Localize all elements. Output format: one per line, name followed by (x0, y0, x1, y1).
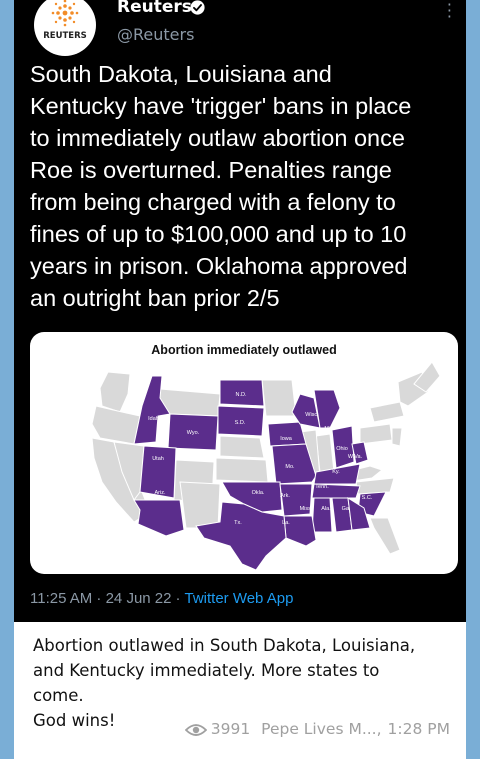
state-fl (369, 517, 401, 555)
state-ariz (133, 499, 185, 537)
tweet-line: to immediately outlaw abortion once (30, 125, 405, 151)
caption-line: and Kentucky immediately. More states to (33, 661, 380, 680)
label-okla: Okla. (252, 490, 265, 496)
tweet-line: from being charged with a felony to (30, 189, 396, 215)
state-ne (219, 435, 265, 459)
channel-post: REUTERS Reuters @Reuters · · · South Dakot… (14, 0, 466, 759)
state-ks (215, 457, 269, 483)
caption-line: come. (33, 686, 84, 705)
tweet-line: fines of up to $100,000 and up to 10 (30, 221, 407, 247)
avatar: REUTERS (34, 0, 96, 56)
source-app-link[interactable]: Twitter Web App (184, 590, 293, 607)
tweet-line: an outright ban prior 2/5 (30, 285, 280, 311)
label-ga: Ga. (342, 506, 351, 512)
state-mn (261, 379, 297, 417)
label-miss: Miss. (300, 506, 313, 512)
label-sd: S.D. (235, 420, 246, 426)
tweet-text: South Dakota, Louisiana and Kentucky hav… (30, 58, 458, 314)
tweet-line: years in prison. Oklahoma approved (30, 253, 408, 279)
tweet-screenshot: REUTERS Reuters @Reuters · · · South Dakot… (14, 0, 466, 622)
tweet-line: South Dakota, Louisiana and (30, 61, 332, 87)
post-author[interactable]: Pepe Lives M..., (261, 720, 381, 738)
label-ark: Ark. (280, 493, 290, 499)
post-caption: Abortion outlawed in South Dakota, Louis… (33, 633, 453, 733)
label-la: La. (282, 520, 290, 526)
us-map: N.D. Idaho S.D. Wyo. Wisc. Mi. Iowa Ohio… (91, 361, 441, 571)
state-ny (369, 401, 405, 423)
label-iowa: Iowa (280, 436, 293, 442)
state-idaho (133, 375, 171, 445)
post-footer: 3991 Pepe Lives M..., 1:28 PM (184, 720, 456, 738)
label-tenn: Tenn. (315, 484, 329, 490)
caption-line: Abortion outlawed in South Dakota, Louis… (33, 636, 416, 655)
more-options-icon[interactable]: · · · (447, 0, 452, 25)
label-mo: Mo. (285, 464, 295, 470)
account-name: Reuters (117, 0, 192, 17)
label-ohio: Ohio (336, 446, 348, 452)
tweet-meta: 11:25 AM · 24 Jun 22 · Twitter Web App (30, 590, 293, 607)
state-nc (355, 477, 395, 495)
label-wva: W.Va. (348, 454, 363, 460)
tweet-line: Roe is overturned. Penalties range (30, 157, 392, 183)
post-time: 1:28 PM (387, 720, 450, 738)
view-count: 3991 (210, 720, 251, 738)
label-ala: Ala. (321, 506, 331, 512)
state-iowa (267, 421, 307, 447)
label-mi: Mi. (324, 426, 332, 432)
reuters-logo-icon (51, 0, 79, 27)
label-sc: S.C. (362, 495, 373, 501)
label-wisc: Wisc. (305, 412, 319, 418)
tweet-line: Kentucky have 'trigger' bans in place (30, 93, 412, 119)
state-miss (311, 497, 333, 533)
map-image[interactable]: Abortion immediately outlawed N.D. Idaho… (30, 332, 458, 574)
state-nm (179, 481, 221, 529)
label-tx: Tx. (234, 520, 242, 526)
label-nd: N.D. (236, 392, 247, 398)
label-ky: Ky. (332, 469, 340, 475)
label-idaho: Idaho (148, 416, 162, 422)
tweet-timestamp: 11:25 AM · 24 Jun 22 (30, 590, 172, 607)
verified-badge-icon (190, 0, 205, 15)
state-pa (359, 423, 393, 445)
eye-icon (184, 724, 208, 736)
label-wyo: Wyo. (187, 430, 200, 436)
label-utah: Utah (152, 456, 164, 462)
label-ariz: Ariz. (155, 490, 166, 496)
account-handle: @Reuters (117, 25, 195, 44)
state-or (91, 405, 141, 445)
meta-separator: · (175, 590, 181, 607)
state-nj (391, 427, 403, 447)
avatar-brand-text: REUTERS (43, 31, 87, 41)
state-wa (99, 371, 131, 413)
